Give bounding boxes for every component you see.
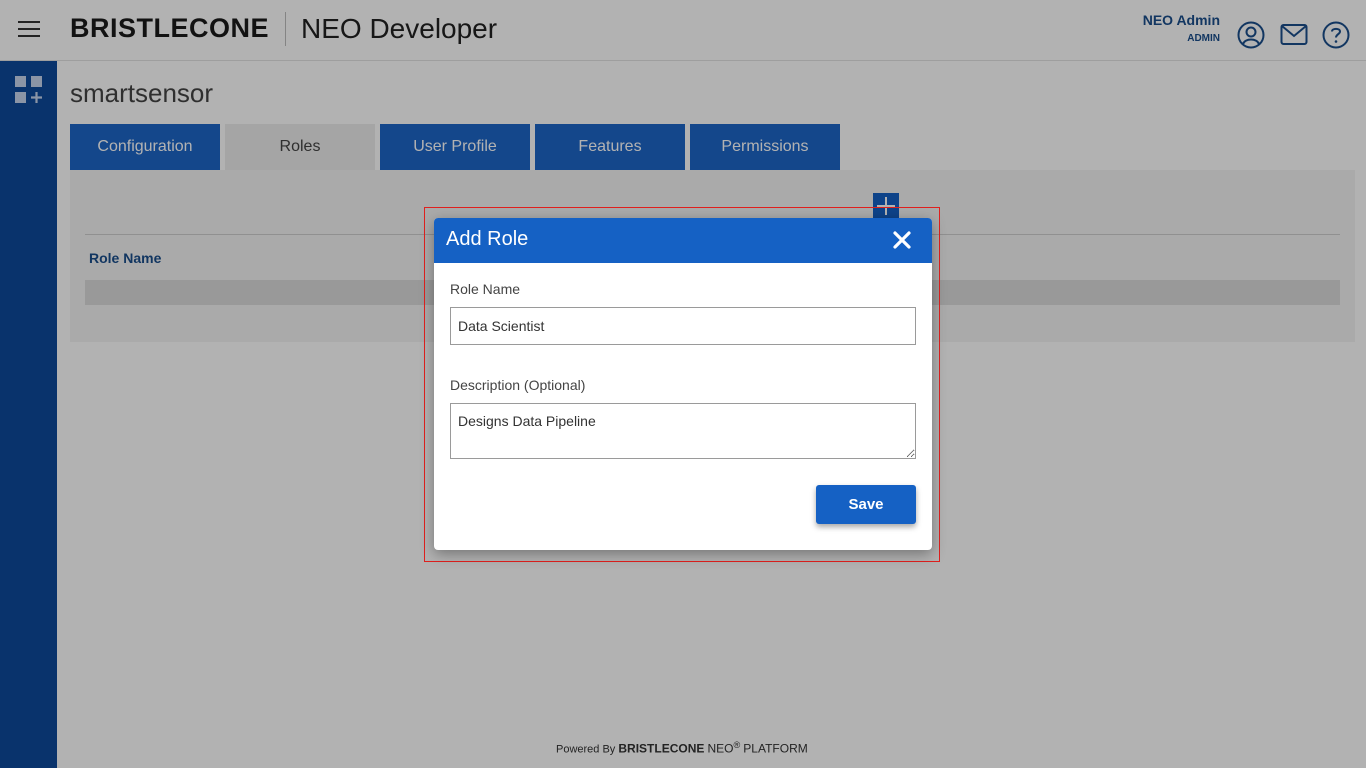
dialog-header: Add Role xyxy=(434,218,932,263)
add-role-dialog: Add Role Role Name Description (Optional… xyxy=(434,218,932,550)
role-name-label: Role Name xyxy=(450,281,521,297)
save-button[interactable]: Save xyxy=(816,485,916,524)
description-label: Description (Optional) xyxy=(450,377,586,393)
role-name-input[interactable] xyxy=(450,307,916,345)
close-icon[interactable] xyxy=(892,230,912,250)
description-textarea[interactable]: Designs Data Pipeline xyxy=(450,403,916,459)
dialog-title: Add Role xyxy=(446,228,529,250)
